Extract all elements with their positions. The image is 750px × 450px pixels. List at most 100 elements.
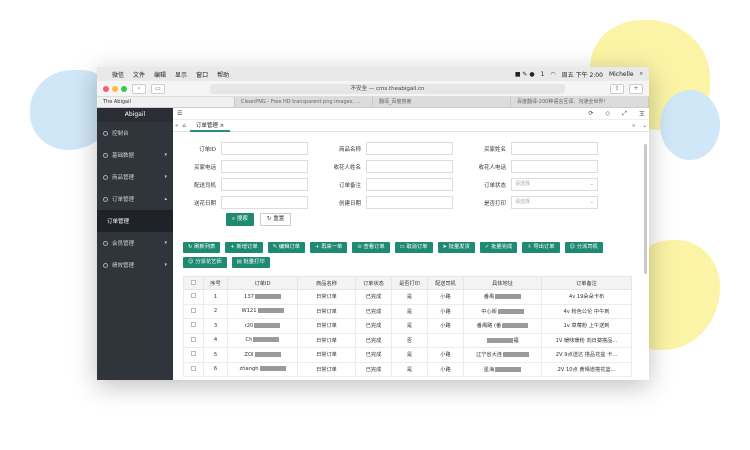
column-header[interactable]: 订单备注 (541, 276, 632, 290)
chevron-down-icon[interactable]: ⌄ (642, 123, 647, 129)
desktop: 微信 文件 编辑 显示 窗口 帮助 ■ ✎ ● 1 ◠ 周五 下午 2:00 M… (0, 0, 750, 450)
button-label: 再来一单 (321, 244, 343, 250)
browser-tab[interactable]: 翻译_百度搜索 (373, 97, 511, 107)
form-row: 买家电话 收花人姓名 收花人电话 (183, 159, 638, 174)
menu-toggle-icon[interactable]: ☰ (177, 110, 182, 117)
view-order-button[interactable]: ⊙ 查看订单 (352, 242, 390, 253)
brand-logo[interactable]: Abigail (97, 108, 173, 122)
home-icon[interactable]: ⌂ (182, 123, 186, 129)
table-row[interactable]: 1 137 日常订单 已完成 是 小路 番禺 4v 19朵朵卡布 (183, 289, 632, 305)
menu-file[interactable]: 文件 (133, 70, 145, 79)
cell-status: 已完成 (355, 347, 392, 363)
close-dot-icon[interactable] (103, 85, 109, 92)
sidebar-item-orders[interactable]: 订单管理 ▴ (97, 188, 173, 210)
export-orders-button[interactable]: ⇩ 导出订单 (522, 242, 560, 253)
reset-button[interactable]: ↻ 重置 (259, 213, 292, 226)
minimize-dot-icon[interactable] (112, 85, 118, 92)
column-header[interactable]: 序号 (203, 276, 228, 290)
sidebar-item-dashboard[interactable]: 控制台 (97, 122, 173, 144)
search-button[interactable]: ⌕ 搜索 (226, 213, 254, 226)
reorder-button[interactable]: + 再来一单 (309, 242, 348, 253)
sidebar-item-products[interactable]: 商品管理 ▾ (97, 166, 173, 188)
order-status-select[interactable]: 请选择 ⌄ (511, 178, 598, 191)
column-header[interactable]: 商品名称 (297, 276, 356, 290)
product-name-input[interactable] (366, 142, 453, 155)
browser-tab[interactable]: 百度翻译-200种语言互译、沟通全世界! (511, 97, 649, 107)
zoom-dot-icon[interactable] (121, 85, 127, 92)
assign-florist-button[interactable]: ☺ 分派花艺师 (183, 257, 227, 268)
menu-window[interactable]: 窗口 (196, 70, 208, 79)
tag-icon[interactable]: ◇ (606, 110, 611, 117)
browser-tab[interactable]: The Abigail (97, 97, 235, 107)
menu-wechat[interactable]: 微信 (112, 70, 124, 79)
back-button[interactable]: ‹ (132, 83, 146, 94)
buyer-name-input[interactable] (511, 142, 598, 155)
buyer-phone-input[interactable] (221, 160, 308, 173)
edit-order-button[interactable]: ✎ 编辑订单 (267, 242, 305, 253)
sidebar-item-members[interactable]: 会员管理 ▾ (97, 232, 173, 254)
tabs-prev-icon[interactable]: « (175, 123, 178, 129)
row-checkbox[interactable] (183, 347, 204, 363)
refresh-list-button[interactable]: ↻ 刷新列表 (183, 242, 221, 253)
driver-input[interactable] (221, 178, 308, 191)
column-header[interactable]: 具体地址 (463, 276, 542, 290)
browser-tab[interactable]: CleanPNG - Free HD transparent png image… (235, 97, 373, 107)
created-date-input[interactable] (366, 196, 453, 209)
username[interactable]: Michelle (609, 71, 634, 78)
sidebar-item-label: 绩效管理 (112, 263, 135, 269)
column-header[interactable]: 是否打印 (391, 276, 428, 290)
status-icons[interactable]: ■ ✎ ● (515, 71, 535, 78)
cancel-order-button[interactable]: ▭ 取消订单 (394, 242, 433, 253)
share-button[interactable]: ⇪ (610, 83, 624, 94)
menu-edit[interactable]: 编辑 (154, 70, 166, 79)
table-row[interactable]: 2 W121 日常订单 已完成 是 小路 中心街 4v 粉色公伦 中午到 (183, 303, 632, 319)
delivery-date-input[interactable] (221, 196, 308, 209)
row-checkbox[interactable] (183, 361, 204, 377)
table-row[interactable]: 6 zhangh 日常订单 已完成 是 小路 星海 2V 10点 黄晴道搭花篮.… (183, 361, 632, 377)
row-checkbox[interactable] (183, 318, 204, 334)
user-name[interactable]: 王 (639, 109, 645, 118)
order-id-input[interactable] (221, 142, 308, 155)
assign-driver-button[interactable]: ☺ 分派司机 (564, 242, 603, 253)
table-row[interactable]: 4 Ch 日常订单 已完成 否 福 1V 暖味暖粉 向日葵搭品... (183, 332, 632, 348)
select-all-checkbox[interactable] (183, 276, 204, 290)
address-bar[interactable]: 不安全 — cms.theabigail.cn (210, 83, 565, 94)
column-header[interactable]: 订单ID (227, 276, 298, 290)
recipient-phone-input[interactable] (511, 160, 598, 173)
add-order-button[interactable]: + 新增订单 (225, 242, 263, 253)
printed-select[interactable]: 请选择 ⌄ (511, 196, 598, 209)
wifi-icon[interactable]: ◠ (550, 71, 555, 78)
menu-view[interactable]: 显示 (175, 70, 187, 79)
tabs-next-icon[interactable]: » (632, 123, 635, 129)
row-checkbox[interactable] (183, 289, 204, 305)
refresh-icon[interactable]: ⟳ (589, 110, 594, 117)
sidebar-item-performance[interactable]: 绩效管理 ▾ (97, 254, 173, 276)
sidebar-toggle-button[interactable]: ▭ (151, 83, 165, 94)
sidebar-subitem-order-management[interactable]: 订单管理 (97, 210, 173, 232)
row-checkbox[interactable] (183, 303, 204, 319)
button-label: 批量打印 (243, 259, 265, 265)
tab-order-management[interactable]: 订单管理 × (189, 120, 231, 132)
column-header[interactable]: 配送司机 (427, 276, 464, 290)
batch-ship-button[interactable]: ➤ 批量发货 (437, 242, 475, 253)
table-row[interactable]: 3 r20 日常订单 已完成 是 小路 番禺路 (番 1v 草莓粉 上午送到 (183, 318, 632, 334)
fullscreen-icon[interactable]: ⤢ (622, 110, 627, 118)
field-label: 送花日期 (193, 200, 216, 207)
new-tab-button[interactable]: + (629, 83, 643, 94)
row-checkbox[interactable] (183, 332, 204, 348)
chevron-up-icon: ▴ (164, 196, 167, 202)
close-icon[interactable]: × (220, 123, 225, 129)
performance-icon (103, 262, 108, 268)
vertical-scrollbar[interactable] (644, 144, 647, 274)
clock[interactable]: 周五 下午 2:00 (562, 70, 603, 79)
table-row[interactable]: 5 ZOI 日常订单 已完成 是 小路 辽宁省大连 2V 9点送达 搭品花盆 卡… (183, 347, 632, 363)
sidebar-item-basic-data[interactable]: 基础数据 ▾ (97, 144, 173, 166)
batch-print-button[interactable]: ▤ 批量打印 (231, 257, 270, 268)
search-icon[interactable]: ⌕ (640, 70, 643, 78)
cell-product: 日常订单 (297, 361, 356, 377)
batch-complete-button[interactable]: ✓ 批量完成 (479, 242, 518, 253)
column-header[interactable]: 订单状态 (355, 276, 392, 290)
recipient-name-input[interactable] (366, 160, 453, 173)
menu-help[interactable]: 帮助 (217, 70, 229, 79)
order-note-input[interactable] (366, 178, 453, 191)
